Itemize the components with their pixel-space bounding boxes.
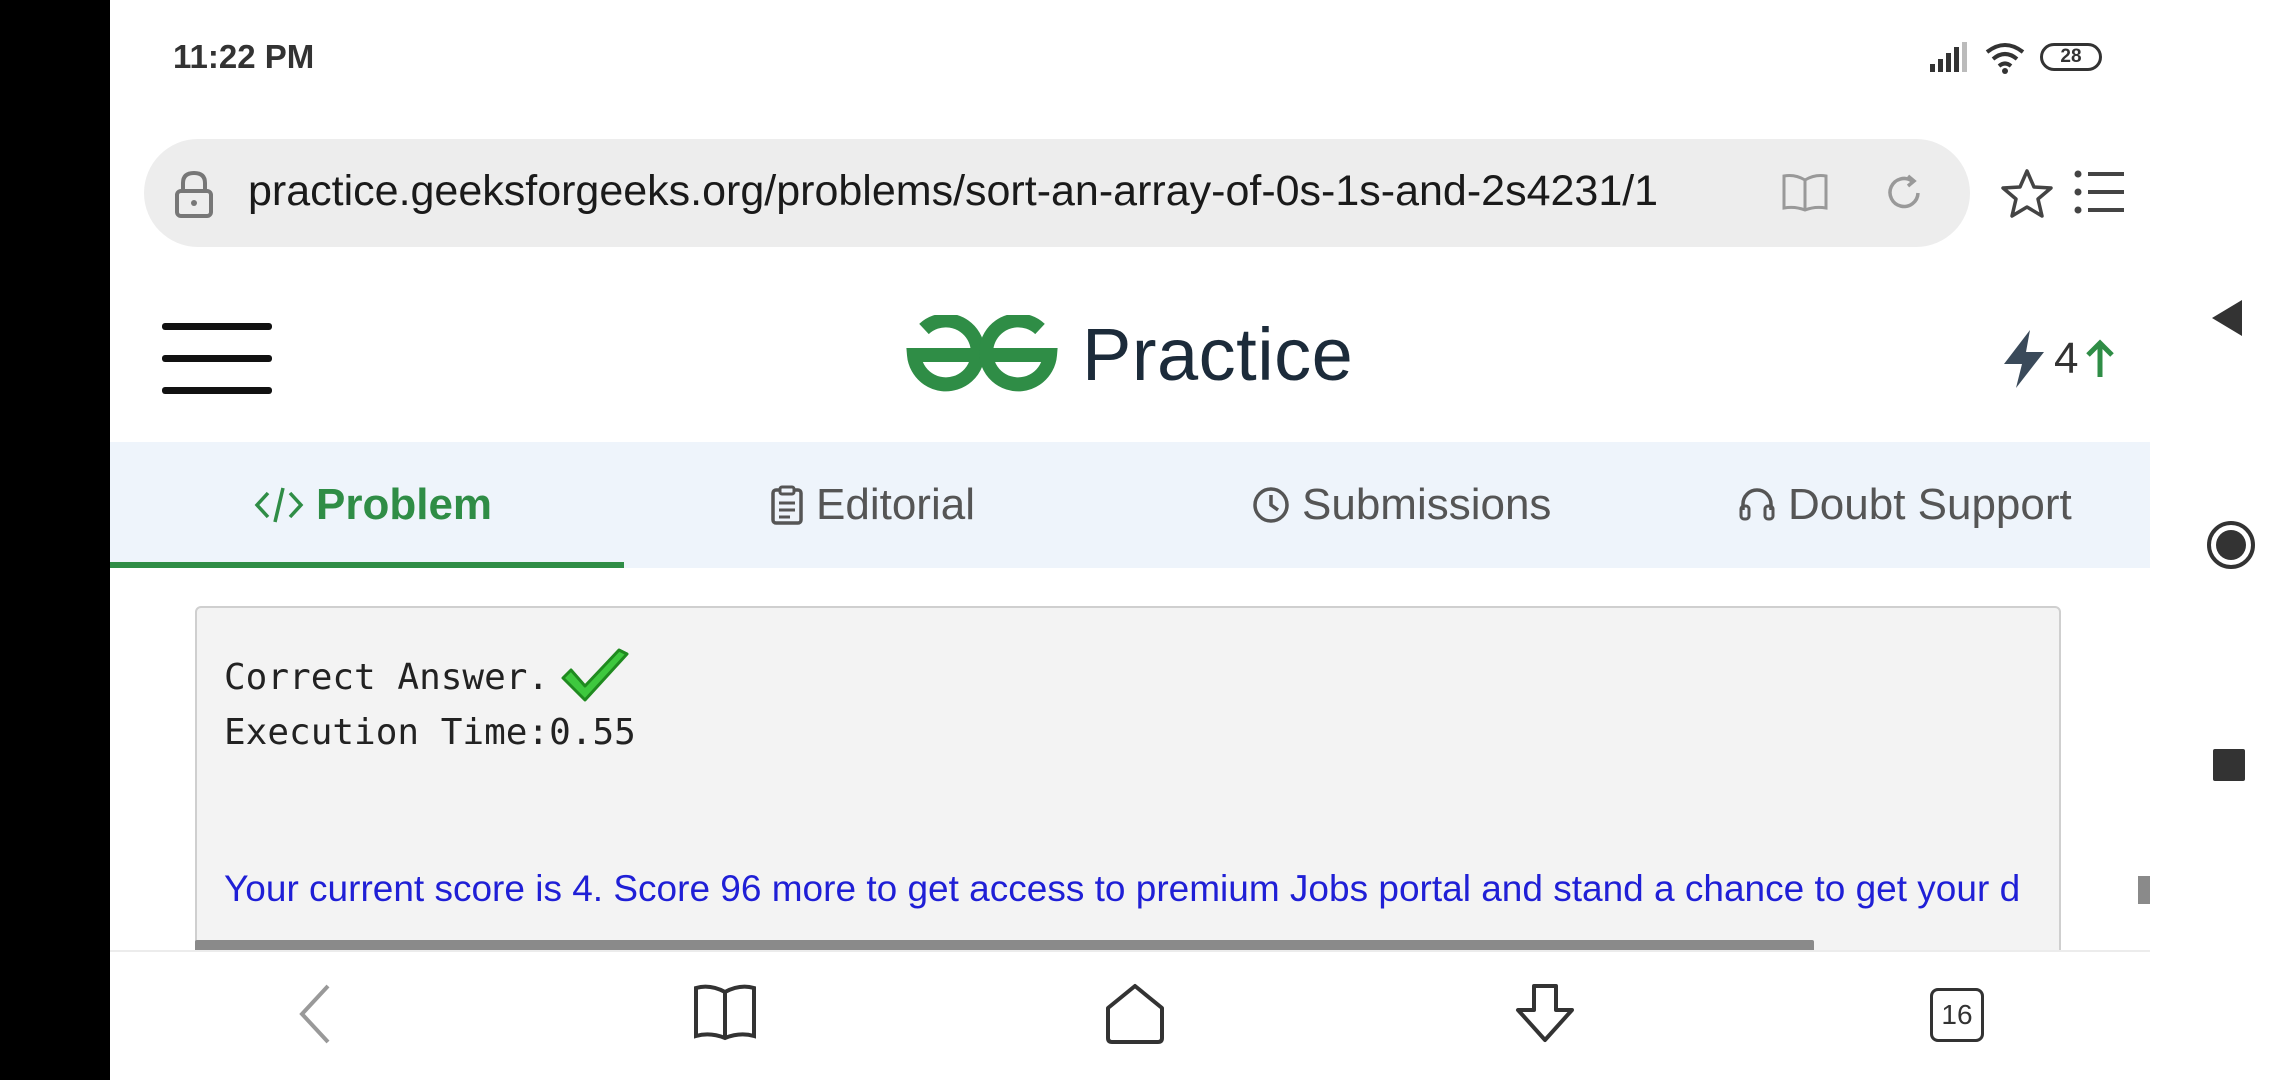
browser-menu-icon[interactable] bbox=[2074, 170, 2126, 214]
reload-icon[interactable] bbox=[1882, 171, 1926, 215]
hamburger-menu-button[interactable] bbox=[162, 323, 272, 395]
download-icon[interactable] bbox=[1510, 982, 1580, 1046]
home-icon[interactable] bbox=[1102, 982, 1168, 1046]
browser-bottom-bar: 16 bbox=[110, 950, 2150, 1080]
tab-problem[interactable]: Problem bbox=[254, 442, 492, 568]
tab-doubt-support-label: Doubt Support bbox=[1788, 480, 2072, 529]
bookmark-star-icon[interactable] bbox=[2000, 168, 2054, 220]
system-back-icon[interactable] bbox=[2210, 298, 2244, 338]
tab-doubt-support[interactable]: Doubt Support bbox=[1738, 442, 2072, 568]
url-text[interactable]: practice.geeksforgeeks.org/problems/sort… bbox=[248, 167, 1658, 216]
browser-main: 11:22 PM 28 practice.geeksforgeeks.org/p… bbox=[110, 0, 2150, 1080]
streak-indicator[interactable]: 4 bbox=[2000, 328, 2116, 390]
arrow-up-icon bbox=[2086, 339, 2115, 377]
tab-editorial[interactable]: Editorial bbox=[770, 442, 975, 568]
tab-editorial-label: Editorial bbox=[816, 480, 975, 529]
code-icon bbox=[254, 487, 304, 523]
back-icon[interactable] bbox=[296, 982, 336, 1046]
status-icons: 28 bbox=[1930, 40, 2102, 74]
document-icon bbox=[771, 485, 803, 525]
tab-submissions[interactable]: Submissions bbox=[1252, 442, 1551, 568]
problem-tabs: Problem Editorial Submissions Doubt Supp… bbox=[110, 442, 2150, 568]
system-navigation-bar bbox=[2150, 0, 2280, 1080]
signal-icon bbox=[1930, 42, 1967, 72]
status-time: 11:22 PM bbox=[173, 38, 315, 75]
address-bar[interactable]: practice.geeksforgeeks.org/problems/sort… bbox=[144, 139, 1970, 247]
score-message[interactable]: Your current score is 4. Score 96 more t… bbox=[224, 868, 2020, 910]
tab-submissions-label: Submissions bbox=[1302, 480, 1552, 529]
left-black-bar bbox=[0, 0, 110, 1080]
battery-indicator: 28 bbox=[2040, 43, 2102, 71]
lightning-icon bbox=[2004, 330, 2044, 388]
execution-time: Execution Time:0.55 bbox=[224, 712, 636, 753]
bookmarks-book-icon[interactable] bbox=[692, 982, 758, 1042]
result-status-row: Correct Answer. bbox=[224, 648, 631, 706]
gfg-logo[interactable]: Practice bbox=[906, 312, 1353, 397]
tab-problem-label: Problem bbox=[316, 480, 493, 529]
system-recents-icon[interactable] bbox=[2212, 748, 2246, 782]
headset-icon bbox=[1739, 488, 1775, 521]
logo-text: Practice bbox=[1082, 313, 1354, 396]
system-home-icon[interactable] bbox=[2206, 520, 2256, 570]
checkmark-icon bbox=[561, 648, 629, 702]
tab-switcher-button[interactable]: 16 bbox=[1930, 988, 1984, 1042]
wifi-icon bbox=[1985, 43, 2025, 74]
clock-icon bbox=[1253, 487, 1289, 523]
active-tab-indicator bbox=[110, 562, 624, 568]
streak-count: 4 bbox=[2054, 334, 2079, 383]
gfg-logo-icon bbox=[906, 314, 1058, 391]
result-status: Correct Answer. bbox=[224, 656, 550, 698]
reader-mode-icon[interactable] bbox=[1780, 172, 1830, 212]
lock-icon bbox=[175, 170, 213, 218]
